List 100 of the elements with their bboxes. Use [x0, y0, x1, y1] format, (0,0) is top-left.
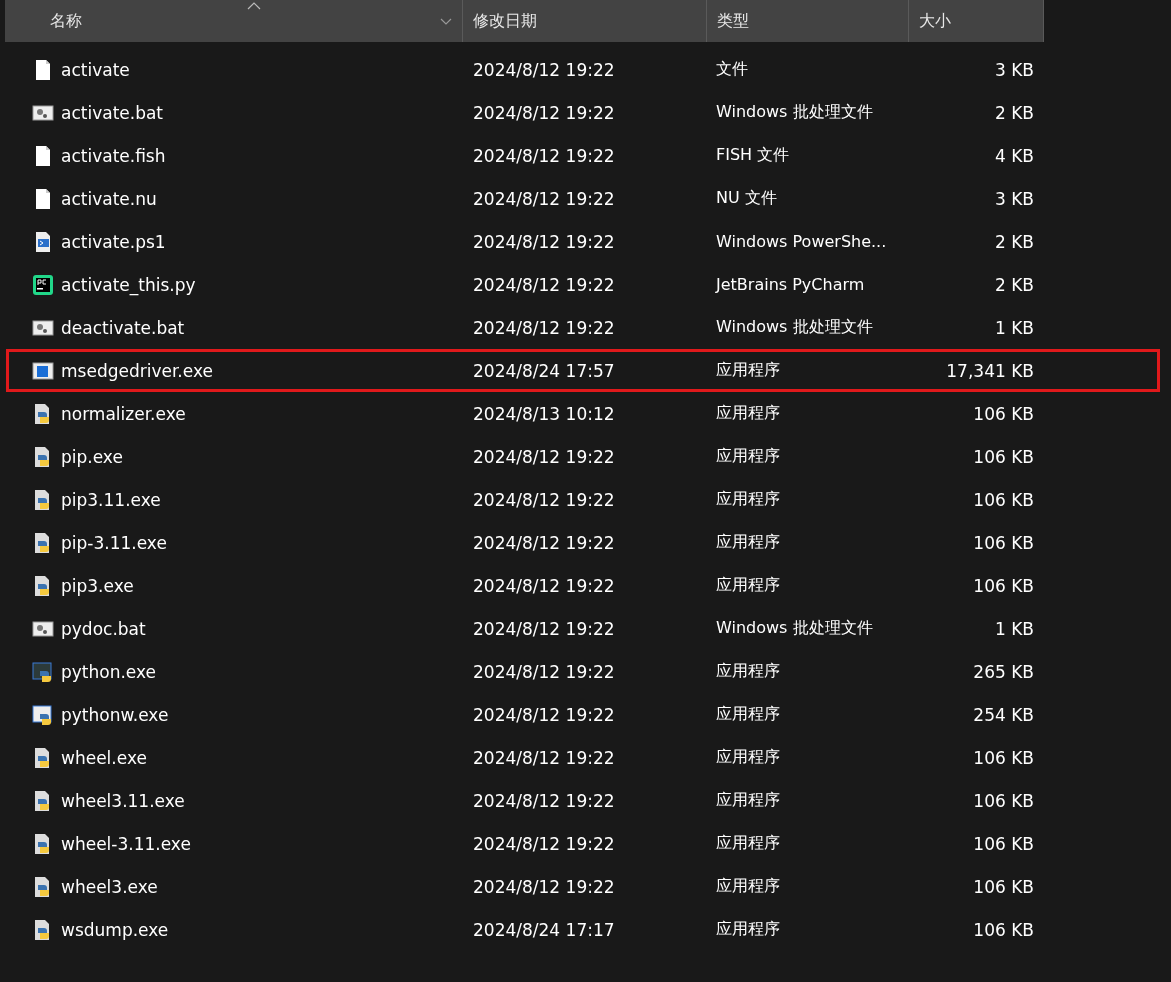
- column-header[interactable]: 修改日期: [463, 0, 707, 42]
- modified-date: 2024/8/12 19:22: [472, 489, 616, 510]
- file-name: msedgedriver.exe: [61, 360, 213, 381]
- file-type: 应用程序: [715, 661, 781, 682]
- modified-date: 2024/8/12 19:22: [472, 231, 616, 252]
- file-row[interactable]: python.exe 2024/8/12 19:22 应用程序 265 KB: [6, 650, 1160, 693]
- modified-date: 2024/8/12 19:22: [472, 833, 616, 854]
- file-name: wsdump.exe: [61, 919, 169, 940]
- file-type: 应用程序: [715, 532, 781, 553]
- modified-date: 2024/8/12 19:22: [472, 618, 616, 639]
- modified-date: 2024/8/12 19:22: [472, 876, 616, 897]
- file-row[interactable]: pydoc.bat 2024/8/12 19:22 Windows 批处理文件 1 KB: [6, 607, 1160, 650]
- file-type: Windows 批处理文件: [715, 317, 874, 338]
- file-size: 2 KB: [993, 231, 1034, 252]
- column-header[interactable]: 大小: [909, 0, 1044, 42]
- file-row[interactable]: activate 2024/8/12 19:22 文件 3 KB: [6, 48, 1160, 91]
- modified-date: 2024/8/12 19:22: [472, 102, 616, 123]
- file-type: Windows 批处理文件: [715, 102, 874, 123]
- file-type: Windows 批处理文件: [715, 618, 874, 639]
- modified-date: 2024/8/12 19:22: [472, 575, 616, 596]
- file-name: wheel3.11.exe: [61, 790, 185, 811]
- file-size: 106 KB: [972, 833, 1034, 854]
- file-row[interactable]: pip.exe 2024/8/12 19:22 应用程序 106 KB: [6, 435, 1160, 478]
- file-type: 文件: [715, 59, 749, 80]
- file-row[interactable]: pythonw.exe 2024/8/12 19:22 应用程序 254 KB: [6, 693, 1160, 736]
- file-size: 106 KB: [972, 403, 1034, 424]
- file-row[interactable]: wheel3.exe 2024/8/12 19:22 应用程序 106 KB: [6, 865, 1160, 908]
- file-name: pip.exe: [61, 446, 123, 467]
- file-size: 106 KB: [972, 790, 1034, 811]
- file-type: 应用程序: [715, 489, 781, 510]
- file-size: 3 KB: [993, 188, 1034, 209]
- file-size: 4 KB: [993, 145, 1034, 166]
- modified-date: 2024/8/12 19:22: [472, 317, 616, 338]
- file-row[interactable]: wheel.exe 2024/8/12 19:22 应用程序 106 KB: [6, 736, 1160, 779]
- file-row[interactable]: pip-3.11.exe 2024/8/12 19:22 应用程序 106 KB: [6, 521, 1160, 564]
- file-size: 106 KB: [972, 919, 1034, 940]
- file-size: 3 KB: [993, 59, 1034, 80]
- file-size: 106 KB: [972, 747, 1034, 768]
- file-row[interactable]: activate_this.py 2024/8/12 19:22 JetBrains PyCharm 2 KB: [6, 263, 1160, 306]
- file-name: activate.ps1: [61, 231, 166, 252]
- file-type: NU 文件: [715, 188, 778, 209]
- file-size: 106 KB: [972, 489, 1034, 510]
- modified-date: 2024/8/12 19:22: [472, 790, 616, 811]
- file-row[interactable]: activate.nu 2024/8/12 19:22 NU 文件 3 KB: [6, 177, 1160, 220]
- column-header[interactable]: 名称: [5, 0, 463, 42]
- file-name: activate: [61, 59, 130, 80]
- file-name: wheel-3.11.exe: [61, 833, 191, 854]
- file-name: pip3.exe: [61, 575, 134, 596]
- modified-date: 2024/8/13 10:12: [472, 403, 616, 424]
- file-size: 254 KB: [972, 704, 1034, 725]
- file-size: 2 KB: [993, 274, 1034, 295]
- file-type: 应用程序: [715, 575, 781, 596]
- column-header[interactable]: 类型: [707, 0, 909, 42]
- sort-up-icon: [246, 2, 261, 10]
- file-name: wheel.exe: [61, 747, 147, 768]
- file-type: 应用程序: [715, 833, 781, 854]
- file-row[interactable]: wheel-3.11.exe 2024/8/12 19:22 应用程序 106 KB: [6, 822, 1160, 865]
- file-size: 1 KB: [993, 618, 1034, 639]
- file-size: 106 KB: [972, 575, 1034, 596]
- modified-date: 2024/8/12 19:22: [472, 747, 616, 768]
- file-row[interactable]: normalizer.exe 2024/8/13 10:12 应用程序 106 KB: [6, 392, 1160, 435]
- file-row[interactable]: wsdump.exe 2024/8/24 17:17 应用程序 106 KB: [6, 908, 1160, 951]
- modified-date: 2024/8/24 17:57: [472, 360, 616, 381]
- file-name: normalizer.exe: [61, 403, 186, 424]
- modified-date: 2024/8/12 19:22: [472, 145, 616, 166]
- file-type: 应用程序: [715, 446, 781, 467]
- file-type: Windows PowerShe...: [715, 232, 888, 251]
- file-row[interactable]: pip3.11.exe 2024/8/12 19:22 应用程序 106 KB: [6, 478, 1160, 521]
- chevron-down-icon[interactable]: [440, 18, 452, 25]
- modified-date: 2024/8/12 19:22: [472, 532, 616, 553]
- file-name: pydoc.bat: [61, 618, 146, 639]
- file-name: python.exe: [61, 661, 157, 682]
- file-row[interactable]: pip3.exe 2024/8/12 19:22 应用程序 106 KB: [6, 564, 1160, 607]
- file-type: 应用程序: [715, 747, 781, 768]
- file-name: pip3.11.exe: [61, 489, 161, 510]
- file-size: 106 KB: [972, 876, 1034, 897]
- file-type: 应用程序: [715, 360, 781, 381]
- file-size: 1 KB: [993, 317, 1034, 338]
- file-name: activate.bat: [61, 102, 164, 123]
- file-size: 17,341 KB: [945, 360, 1034, 381]
- file-name: pip-3.11.exe: [61, 532, 167, 553]
- file-name: activate_this.py: [61, 274, 196, 295]
- file-row[interactable]: activate.fish 2024/8/12 19:22 FISH 文件 4 KB: [6, 134, 1160, 177]
- modified-date: 2024/8/12 19:22: [472, 274, 616, 295]
- file-size: 2 KB: [993, 102, 1034, 123]
- file-row[interactable]: wheel3.11.exe 2024/8/12 19:22 应用程序 106 KB: [6, 779, 1160, 822]
- highlighted-file-row[interactable]: msedgedriver.exe 2024/8/24 17:57 应用程序 17,341 KB: [6, 349, 1160, 392]
- file-size: 106 KB: [972, 446, 1034, 467]
- modified-date: 2024/8/24 17:17: [472, 919, 616, 940]
- file-row[interactable]: activate.ps1 2024/8/12 19:22 Windows PowerShe... 2 KB: [6, 220, 1160, 263]
- file-row[interactable]: deactivate.bat 2024/8/12 19:22 Windows 批处理文件 1 KB: [6, 306, 1160, 349]
- file-type: 应用程序: [715, 704, 781, 725]
- file-type: 应用程序: [715, 876, 781, 897]
- file-size: 265 KB: [972, 661, 1034, 682]
- file-type: FISH 文件: [715, 145, 791, 166]
- file-type: 应用程序: [715, 790, 781, 811]
- file-row[interactable]: activate.bat 2024/8/12 19:22 Windows 批处理文件 2 KB: [6, 91, 1160, 134]
- file-name: activate.nu: [61, 188, 157, 209]
- modified-date: 2024/8/12 19:22: [472, 59, 616, 80]
- file-type: 应用程序: [715, 919, 781, 940]
